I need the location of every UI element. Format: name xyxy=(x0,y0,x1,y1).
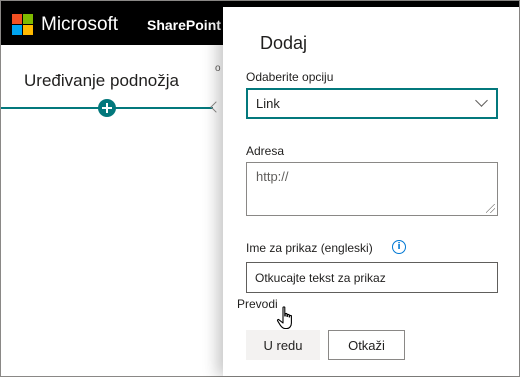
add-panel: Dodaj Odaberite opciju Link Adresa http:… xyxy=(223,7,519,376)
address-label: Adresa xyxy=(246,144,285,158)
info-icon[interactable]: i xyxy=(392,240,406,254)
microsoft-logo-icon xyxy=(12,14,33,35)
option-value: Link xyxy=(256,96,280,111)
display-name-field[interactable]: Otkucajte tekst za prikaz xyxy=(246,262,498,293)
address-placeholder: http:// xyxy=(256,169,289,184)
panel-title: Dodaj xyxy=(260,33,308,53)
chevron-left-icon xyxy=(210,101,222,113)
display-name-value: Otkucajte tekst za prikaz xyxy=(255,271,386,285)
page-title: Uređivanje podnožja xyxy=(24,71,179,90)
app-name[interactable]: SharePoint xyxy=(147,15,221,35)
address-field[interactable]: http:// xyxy=(246,162,498,216)
hand-pointer-icon xyxy=(276,306,292,330)
resize-grip-icon[interactable] xyxy=(486,204,495,213)
background-page: Uređivanje podnožja o xyxy=(1,45,223,376)
ok-button[interactable]: U redu xyxy=(246,330,320,360)
translations-link[interactable]: Prevodi xyxy=(237,297,278,311)
display-name-label: Ime za prikaz (engleski) xyxy=(246,241,373,255)
cancel-button[interactable]: Otkaži xyxy=(328,330,405,360)
chevron-down-icon xyxy=(475,94,488,107)
option-dropdown[interactable]: Link xyxy=(246,88,498,119)
option-label: Odaberite opciju xyxy=(246,70,334,84)
add-link-icon[interactable] xyxy=(98,99,116,117)
partial-text: o xyxy=(215,63,221,74)
brand-name[interactable]: Microsoft xyxy=(41,13,118,37)
